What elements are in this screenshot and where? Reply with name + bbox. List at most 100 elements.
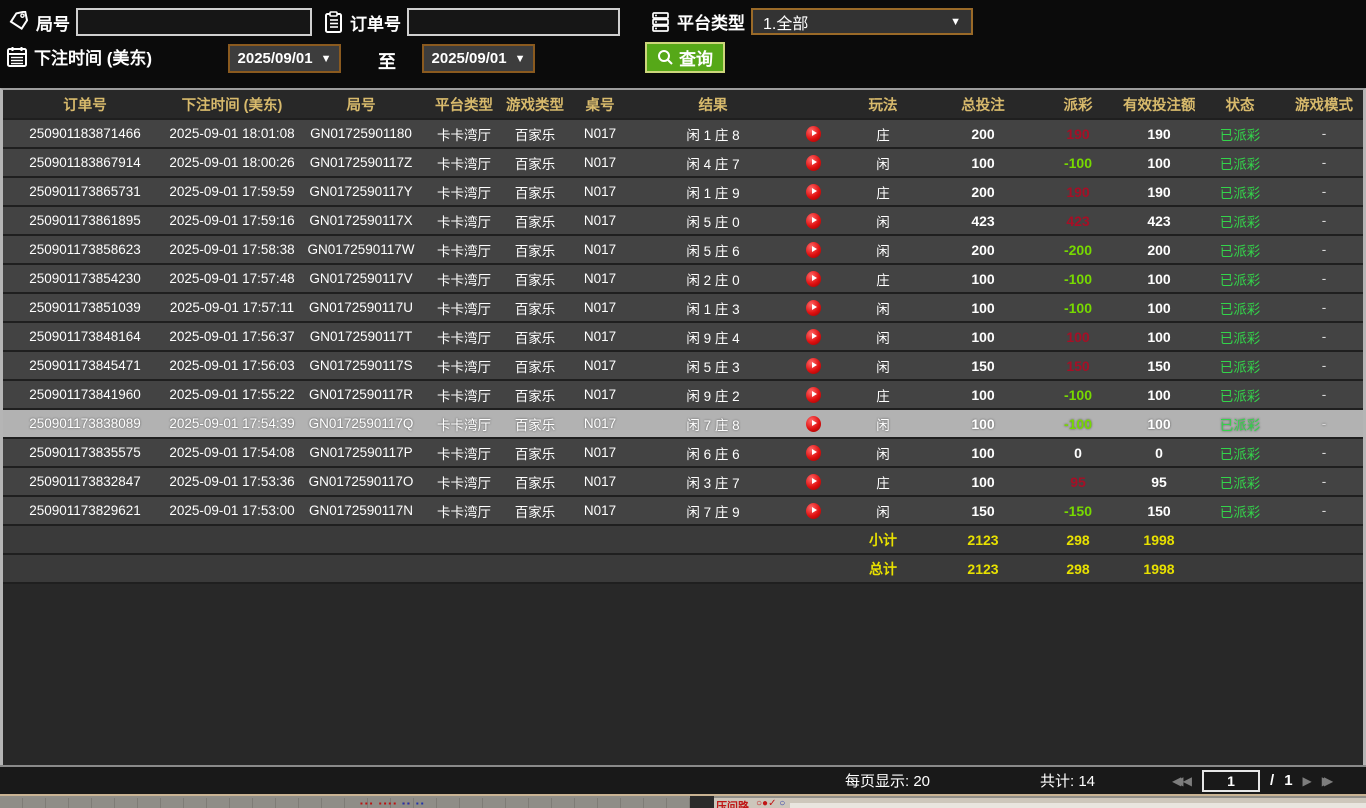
cell-play: 闲 [833, 438, 933, 468]
order-input[interactable] [407, 8, 620, 36]
cell-validbet: 150 [1123, 351, 1195, 381]
cell-replay [793, 496, 833, 526]
order-label: 订单号 [350, 14, 401, 34]
magnifier-icon [657, 49, 674, 66]
play-icon[interactable] [805, 386, 821, 403]
table-row[interactable]: 250901173848164 2025-09-01 17:56:37 GN01… [3, 322, 1363, 352]
play-icon[interactable] [805, 473, 821, 490]
cell-result: 闲 1 庄 3 [633, 293, 793, 323]
cell-totalbet: 100 [933, 380, 1033, 410]
table-row[interactable]: 250901173835575 2025-09-01 17:54:08 GN01… [3, 438, 1363, 468]
table-row[interactable]: 250901173854230 2025-09-01 17:57:48 GN01… [3, 264, 1363, 294]
table-row[interactable]: 250901183867914 2025-09-01 18:00:26 GN01… [3, 148, 1363, 178]
cell-result: 闲 7 庄 9 [633, 496, 793, 526]
cell-table: N017 [567, 119, 633, 149]
cell-round: GN0172590117T [297, 322, 425, 352]
next-page-icon[interactable]: ▶ [1303, 774, 1312, 788]
play-icon[interactable] [805, 328, 821, 345]
date-to-value: 2025/09/01 [431, 50, 507, 67]
play-icon[interactable] [805, 357, 821, 374]
orders-table-container: 订单号 下注时间 (美东) 局号 平台类型 游戏类型 桌号 结果 玩法 总投注 … [0, 88, 1366, 765]
cell-replay [793, 409, 833, 439]
date-from-button[interactable]: 2025/09/01 ▼ [228, 44, 341, 73]
table-row[interactable]: 250901173829621 2025-09-01 17:53:00 GN01… [3, 496, 1363, 526]
cell-round: GN0172590117S [297, 351, 425, 381]
play-icon[interactable] [805, 125, 821, 142]
cell-round: GN0172590117Q [297, 409, 425, 439]
cell-result: 闲 9 庄 2 [633, 380, 793, 410]
background-window-sliver: ▪▪▪ ▪▪▪▪ ▪▪ ▪▪ ▪▪ ▞▞▞ ▞▞ 压问路 ○●✓ ○ [0, 794, 1366, 808]
cell-result: 闲 6 庄 6 [633, 438, 793, 468]
cell-mode: - [1285, 293, 1363, 323]
cell-result: 闲 4 庄 7 [633, 148, 793, 178]
cell-payout: -200 [1033, 235, 1123, 265]
play-icon[interactable] [805, 444, 821, 461]
platform-select[interactable]: 1.全部 ▼ [751, 8, 973, 35]
cell-validbet: 100 [1123, 409, 1195, 439]
play-icon[interactable] [805, 502, 821, 519]
table-row[interactable]: 250901173865731 2025-09-01 17:59:59 GN01… [3, 177, 1363, 207]
cell-replay [793, 206, 833, 236]
tag-icon [8, 11, 30, 33]
page-input[interactable] [1202, 769, 1261, 792]
cell-game: 百家乐 [503, 264, 567, 294]
cell-order: 250901173832847 [3, 467, 167, 497]
background-white-band [790, 803, 1366, 808]
cell-status: 已派彩 [1195, 351, 1285, 381]
round-input[interactable] [76, 8, 312, 36]
table-row[interactable]: 250901173851039 2025-09-01 17:57:11 GN01… [3, 293, 1363, 323]
chevron-down-icon: ▼ [514, 52, 526, 65]
table-row[interactable]: 250901173861895 2025-09-01 17:59:16 GN01… [3, 206, 1363, 236]
per-page-label: 每页显示: 20 [845, 773, 931, 790]
play-icon[interactable] [805, 212, 821, 229]
cell-platform: 卡卡湾厅 [425, 235, 503, 265]
play-icon[interactable] [805, 299, 821, 316]
subtotal-label: 小计 [833, 525, 933, 555]
table-row[interactable]: 250901173841960 2025-09-01 17:55:22 GN01… [3, 380, 1363, 410]
cell-order: 250901173861895 [3, 206, 167, 236]
cell-play: 闲 [833, 351, 933, 381]
col-header-validbet: 有效投注额 [1123, 90, 1195, 120]
chevron-down-icon: ▼ [950, 15, 961, 28]
cell-status: 已派彩 [1195, 293, 1285, 323]
table-row[interactable]: 250901173838089 2025-09-01 17:54:39 GN01… [3, 409, 1363, 439]
date-to-button[interactable]: 2025/09/01 ▼ [422, 44, 535, 73]
cell-result: 闲 5 庄 0 [633, 206, 793, 236]
cell-platform: 卡卡湾厅 [425, 409, 503, 439]
cell-round: GN01725901180 [297, 119, 425, 149]
cell-status: 已派彩 [1195, 235, 1285, 265]
first-page-icon[interactable]: ◀◀ [1172, 774, 1182, 788]
cell-table: N017 [567, 235, 633, 265]
prev-page-icon[interactable]: ◀ [1183, 774, 1192, 788]
cell-table: N017 [567, 206, 633, 236]
cell-time: 2025-09-01 17:54:08 [167, 438, 297, 468]
play-icon[interactable] [805, 154, 821, 171]
platform-selected-value: 1.全部 [763, 15, 809, 33]
cell-payout: -150 [1033, 496, 1123, 526]
table-row[interactable]: 250901173845471 2025-09-01 17:56:03 GN01… [3, 351, 1363, 381]
table-row[interactable]: 250901183871466 2025-09-01 18:01:08 GN01… [3, 119, 1363, 149]
grand-total-validbet: 1998 [1123, 554, 1195, 584]
cell-payout: 190 [1033, 177, 1123, 207]
cell-validbet: 190 [1123, 119, 1195, 149]
cell-round: GN0172590117N [297, 496, 425, 526]
cell-play: 闲 [833, 293, 933, 323]
search-button[interactable]: 查询 [645, 42, 725, 73]
calendar-icon [6, 45, 28, 68]
cell-payout: 0 [1033, 438, 1123, 468]
play-icon[interactable] [805, 415, 821, 432]
cell-status: 已派彩 [1195, 467, 1285, 497]
table-row[interactable]: 250901173858623 2025-09-01 17:58:38 GN01… [3, 235, 1363, 265]
play-icon[interactable] [805, 241, 821, 258]
cell-replay [793, 293, 833, 323]
cell-payout: -100 [1033, 264, 1123, 294]
last-page-icon[interactable]: ▶▶ [1322, 774, 1332, 788]
filter-bar: 局号 订单号 平台类型 1.全部 ▼ 下注时间 (美东) 2025/09/01 … [0, 0, 1366, 88]
play-icon[interactable] [805, 183, 821, 200]
play-icon[interactable] [805, 270, 821, 287]
table-row[interactable]: 250901173832847 2025-09-01 17:53:36 GN01… [3, 467, 1363, 497]
col-header-platform: 平台类型 [425, 90, 503, 120]
cell-status: 已派彩 [1195, 409, 1285, 439]
col-header-play: 玩法 [833, 90, 933, 120]
col-header-order: 订单号 [3, 90, 167, 120]
